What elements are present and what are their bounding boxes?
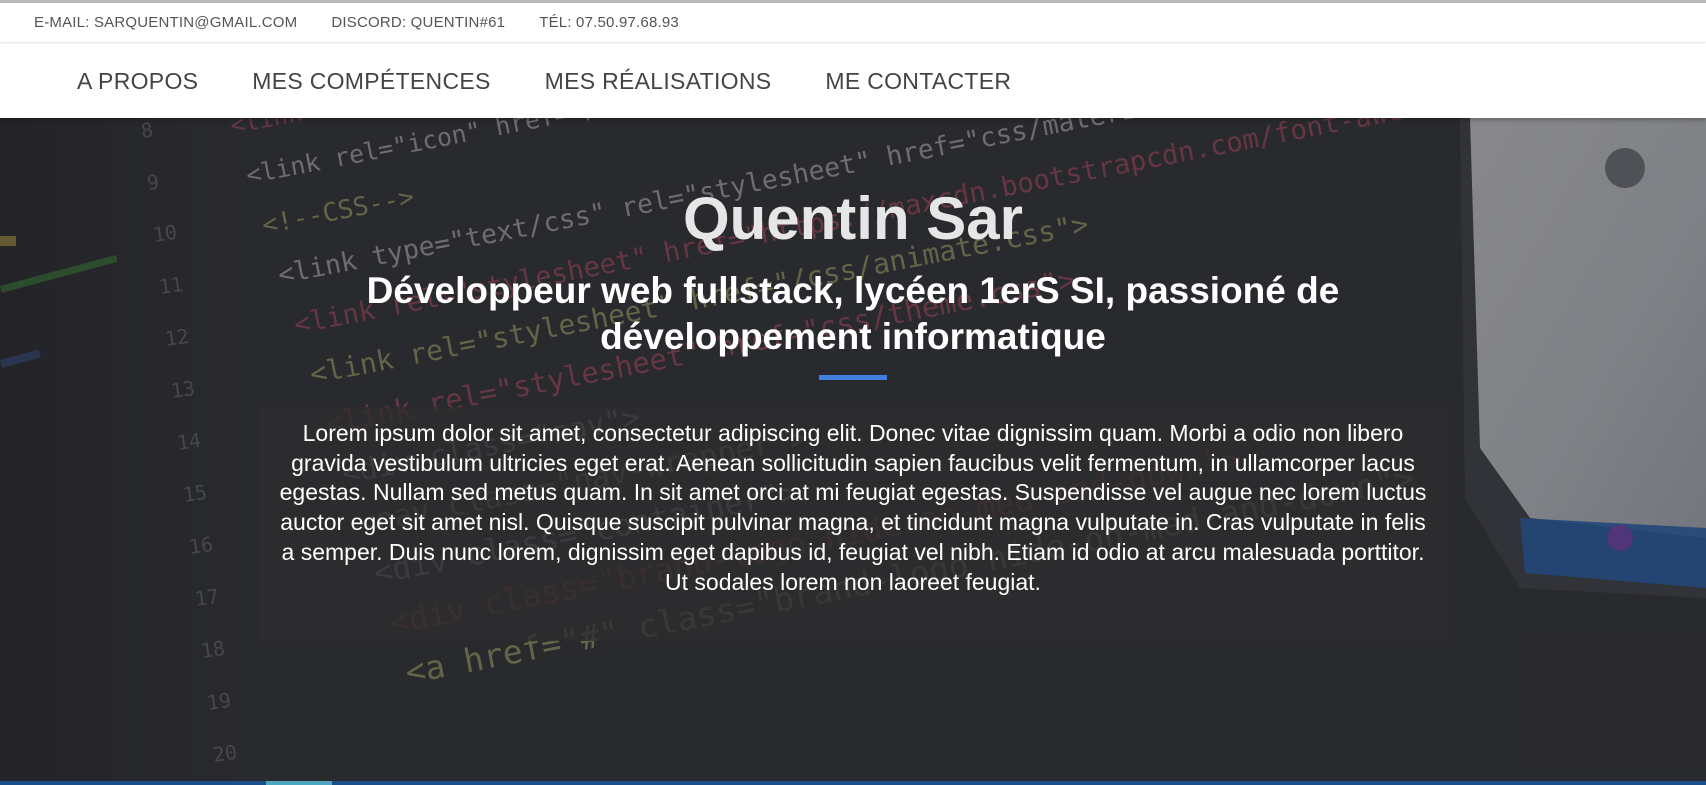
main-navbar: A PROPOS MES COMPÉTENCES MES RÉALISATION… [0,44,1706,118]
bottom-edge-accent [266,781,332,785]
title-accent-divider [819,375,887,380]
contact-discord: DISCORD: QUENTIN#61 [331,14,506,31]
description-box: Lorem ipsum dolor sit amet, consectetur … [259,407,1447,641]
nav-link-contact[interactable]: ME CONTACTER [825,68,1011,95]
bottom-edge-strip [0,781,1706,785]
hero-subtitle: Développeur web fullstack, lycéen 1erS S… [366,270,1340,357]
hero-title: Quentin Sar [682,185,1024,252]
nav-link-competences[interactable]: MES COMPÉTENCES [252,68,490,95]
hero-section: <link rel="shortcut icon<link rel="icon"… [0,118,1706,785]
contact-bar: E-MAIL: SARQUENTIN@GMAIL.COM DISCORD: QU… [0,3,1706,43]
hero-description: Lorem ipsum dolor sit amet, consectetur … [279,420,1427,595]
nav-link-realisations[interactable]: MES RÉALISATIONS [545,68,772,95]
contact-email[interactable]: E-MAIL: SARQUENTIN@GMAIL.COM [34,14,297,31]
nav-link-a-propos[interactable]: A PROPOS [77,68,198,95]
contact-phone[interactable]: TÉL: 07.50.97.68.93 [539,14,679,31]
